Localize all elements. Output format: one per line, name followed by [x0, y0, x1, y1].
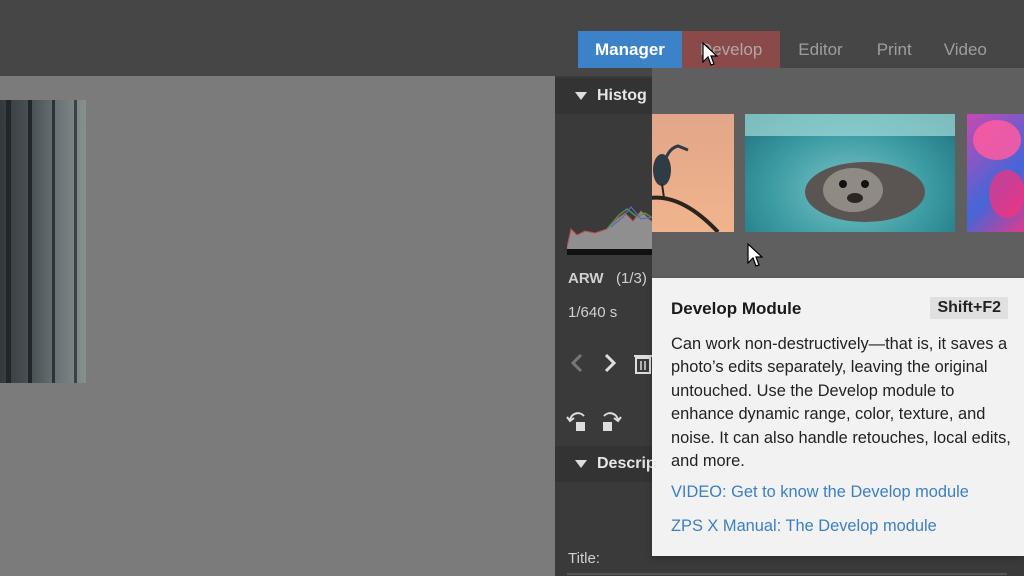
title-label: Title:	[568, 550, 600, 567]
thumbnail-sea-lion	[745, 114, 955, 232]
tooltip-title: Develop Module	[671, 299, 802, 318]
title-field[interactable]	[567, 573, 1007, 575]
cursor-icon	[702, 42, 718, 66]
manual-link[interactable]: ZPS X Manual: The Develop module	[671, 517, 937, 536]
prev-arrow-icon[interactable]	[565, 350, 591, 376]
thumbnail-heron	[652, 114, 734, 232]
photo-preview[interactable]	[0, 100, 86, 383]
video-link[interactable]: VIDEO: Get to know the Develop module	[671, 483, 969, 502]
tab-editor[interactable]: Editor	[780, 31, 860, 68]
file-index-label: (1/3)	[616, 270, 647, 287]
shutter-speed-label: 1/640 s	[568, 304, 618, 321]
top-bar: Manager Develop Editor Print Video	[0, 0, 1024, 76]
rotate-right-icon[interactable]	[597, 408, 623, 434]
collapse-triangle-icon	[575, 92, 587, 100]
tab-print[interactable]: Print	[861, 31, 928, 68]
thumbnail-jellyfish	[967, 114, 1024, 232]
develop-module-tooltip: Develop Module Shift+F2 Can work non-des…	[652, 278, 1024, 556]
tab-develop[interactable]: Develop	[681, 31, 781, 68]
module-tabs: Manager Develop Editor Print Video	[578, 31, 1003, 68]
rotate-left-icon[interactable]	[565, 408, 591, 434]
tab-video[interactable]: Video	[928, 31, 1003, 68]
next-arrow-icon[interactable]	[597, 350, 623, 376]
tab-manager[interactable]: Manager	[578, 31, 682, 68]
collapse-triangle-icon	[575, 460, 587, 468]
keyboard-shortcut-badge: Shift+F2	[930, 297, 1008, 319]
tooltip-description: Can work non-destructively—that is, it s…	[671, 335, 1011, 471]
file-type-label: ARW	[568, 270, 604, 287]
cursor-icon	[747, 243, 763, 267]
